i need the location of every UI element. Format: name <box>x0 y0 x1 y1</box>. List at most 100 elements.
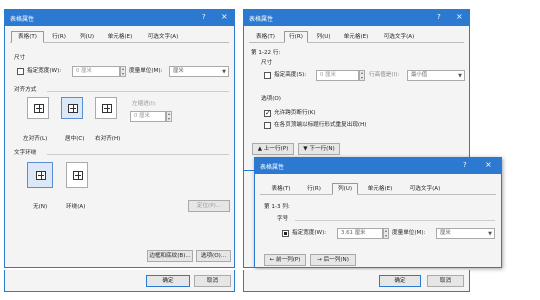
tab-alt-text[interactable]: 可选文字(A) <box>140 32 186 43</box>
wrap-none-icon <box>36 171 46 180</box>
help-button[interactable]: ? <box>202 13 206 21</box>
preferred-width-label: 指定宽度(W): <box>27 68 62 74</box>
align-right-option[interactable] <box>95 97 117 119</box>
tab-row[interactable]: 行(R) <box>301 184 327 195</box>
next-column-label: 后一列(N) <box>323 257 349 263</box>
tab-table[interactable]: 表格(T) <box>265 184 297 195</box>
align-left-option[interactable] <box>27 97 49 119</box>
table-properties-dialog-row: 表格属性 ? × 表格(T) 行(R) 列(U) 单元格(E) 可选文字(A) … <box>243 9 470 171</box>
next-row-label: 下一行(N) <box>309 146 335 152</box>
size-heading: 尺寸 <box>14 55 26 61</box>
ok-button[interactable]: 确定 <box>379 275 421 287</box>
tab-row[interactable]: 行(R) <box>284 31 308 43</box>
measure-in-value: 厘米 <box>440 230 451 236</box>
wrapping-divider <box>47 154 229 155</box>
preferred-width-checkbox[interactable] <box>282 230 289 237</box>
chevron-down-icon: ▼ <box>222 69 226 75</box>
next-row-button[interactable]: ▼ 下一行(N) <box>298 143 340 155</box>
tab-alt-text[interactable]: 可选文字(A) <box>401 184 449 195</box>
specify-height-checkbox[interactable] <box>264 72 271 79</box>
tab-table[interactable]: 表格(T) <box>250 32 281 43</box>
measure-in-label: 度量单位(M): <box>392 230 426 236</box>
align-left-label: 左对齐(L) <box>23 136 48 142</box>
positioning-button[interactable]: 定位(P)... <box>188 200 230 212</box>
dialog-title: 表格属性 <box>249 16 274 23</box>
cancel-button[interactable]: 取消 <box>194 275 231 287</box>
table-align-left-icon <box>34 104 44 113</box>
tab-strip: 表格(T) 行(R) 列(U) 单元格(E) 可选文字(A) <box>260 183 496 195</box>
chevron-down-icon: ▼ <box>488 231 492 237</box>
tab-alt-text[interactable]: 可选文字(A) <box>376 32 422 43</box>
dialog-title: 表格属性 <box>260 164 285 171</box>
previous-column-button[interactable]: ← 前一列(P) <box>264 254 306 266</box>
tab-column[interactable]: 列(U) <box>74 32 100 43</box>
tab-column[interactable]: 列(U) <box>332 183 358 195</box>
measure-in-select[interactable]: 厘米 ▼ <box>436 228 495 239</box>
indent-field[interactable]: 0 厘米 <box>130 111 166 122</box>
tab-table[interactable]: 表格(T) <box>11 31 44 43</box>
cancel-button[interactable]: 取消 <box>427 275 464 287</box>
tab-row[interactable]: 行(R) <box>47 32 71 43</box>
previous-row-label: 上一行(P) <box>263 146 289 152</box>
rows-label: 第 1-22 行: <box>251 50 281 56</box>
repeat-header-checkbox[interactable] <box>264 122 271 129</box>
close-button[interactable]: × <box>456 12 463 21</box>
next-column-button[interactable]: → 后一列(N) <box>310 254 356 266</box>
indent-label: 左缩进(I): <box>132 101 157 107</box>
allow-break-checkbox[interactable] <box>264 109 271 117</box>
row-height-is-label: 行高值是(I): <box>369 72 400 78</box>
help-button[interactable]: ? <box>437 13 441 21</box>
preferred-width-spinner[interactable] <box>383 228 389 239</box>
borders-shading-button[interactable]: 边框和底纹(B)... <box>147 250 193 262</box>
align-right-label: 右对齐(H) <box>95 136 121 142</box>
size-heading: 尺寸 <box>261 60 273 66</box>
chevron-down-icon: ▼ <box>458 73 462 79</box>
options-heading: 选项(O) <box>261 96 281 102</box>
wrap-around-icon <box>73 171 83 180</box>
table-align-right-icon <box>102 104 112 113</box>
alignment-heading: 对齐方式 <box>14 87 37 93</box>
table-properties-dialog-column: 表格属性 ? × 表格(T) 行(R) 列(U) 单元格(E) 可选文字(A) … <box>254 157 502 268</box>
wrap-none-label: 无(N) <box>33 204 48 210</box>
tab-strip: 表格(T) 行(R) 列(U) 单元格(E) 可选文字(A) <box>10 31 229 43</box>
specify-height-field[interactable]: 0 厘米 <box>316 70 359 81</box>
previous-row-button[interactable]: ▲ 上一行(P) <box>252 143 294 155</box>
size-heading: 字号 <box>277 216 289 222</box>
table-align-center-icon <box>68 104 78 113</box>
wrap-none-option[interactable] <box>27 162 53 188</box>
row-height-is-select[interactable]: 最小值 ▼ <box>407 70 465 81</box>
wrap-around-label: 环绕(A) <box>66 204 86 210</box>
align-center-option[interactable] <box>61 97 83 119</box>
allow-break-label: 允许跨页断行(K) <box>274 110 316 116</box>
dialog-footer-2: 确定 取消 <box>243 270 470 292</box>
preferred-width-checkbox[interactable] <box>17 68 24 75</box>
measure-in-label: 度量单位(M): <box>129 68 163 74</box>
wrapping-heading: 文字环绕 <box>14 150 37 156</box>
tab-column[interactable]: 列(U) <box>311 32 336 43</box>
repeat-header-label: 在各页顶端以标题行形式重复出现(H) <box>274 122 367 128</box>
measure-in-select[interactable]: 厘米 ▼ <box>169 66 229 77</box>
columns-label: 第 1-3 列: <box>264 204 290 210</box>
tab-cell[interactable]: 单元格(E) <box>362 184 398 195</box>
align-center-label: 居中(C) <box>65 136 85 142</box>
alignment-divider <box>47 91 229 92</box>
preferred-width-field[interactable]: 0 厘米 <box>72 66 120 77</box>
table-properties-dialog-table: 表格属性 ? × 表格(T) 行(R) 列(U) 单元格(E) 可选文字(A) … <box>4 9 235 268</box>
preferred-width-field[interactable]: 3.61 厘米 <box>337 228 383 239</box>
wrap-around-option[interactable] <box>66 162 88 188</box>
help-button[interactable]: ? <box>463 161 467 169</box>
dialog-title: 表格属性 <box>10 16 35 23</box>
preferred-width-label: 指定宽度(W): <box>292 230 327 236</box>
ok-button[interactable]: 确定 <box>146 275 190 287</box>
tab-cell[interactable]: 单元格(E) <box>338 32 374 43</box>
close-button[interactable]: × <box>485 160 492 169</box>
options-button[interactable]: 选项(O)... <box>196 250 231 262</box>
specify-height-label: 指定高度(S): <box>274 72 307 78</box>
indent-spinner[interactable] <box>166 111 172 122</box>
title-bar: 表格属性 ? × <box>255 158 501 174</box>
tab-cell[interactable]: 单元格(E) <box>102 32 138 43</box>
preferred-width-spinner[interactable] <box>120 66 126 77</box>
close-button[interactable]: × <box>221 12 228 21</box>
specify-height-spinner[interactable] <box>359 70 365 81</box>
title-bar: 表格属性 ? × <box>244 10 469 26</box>
